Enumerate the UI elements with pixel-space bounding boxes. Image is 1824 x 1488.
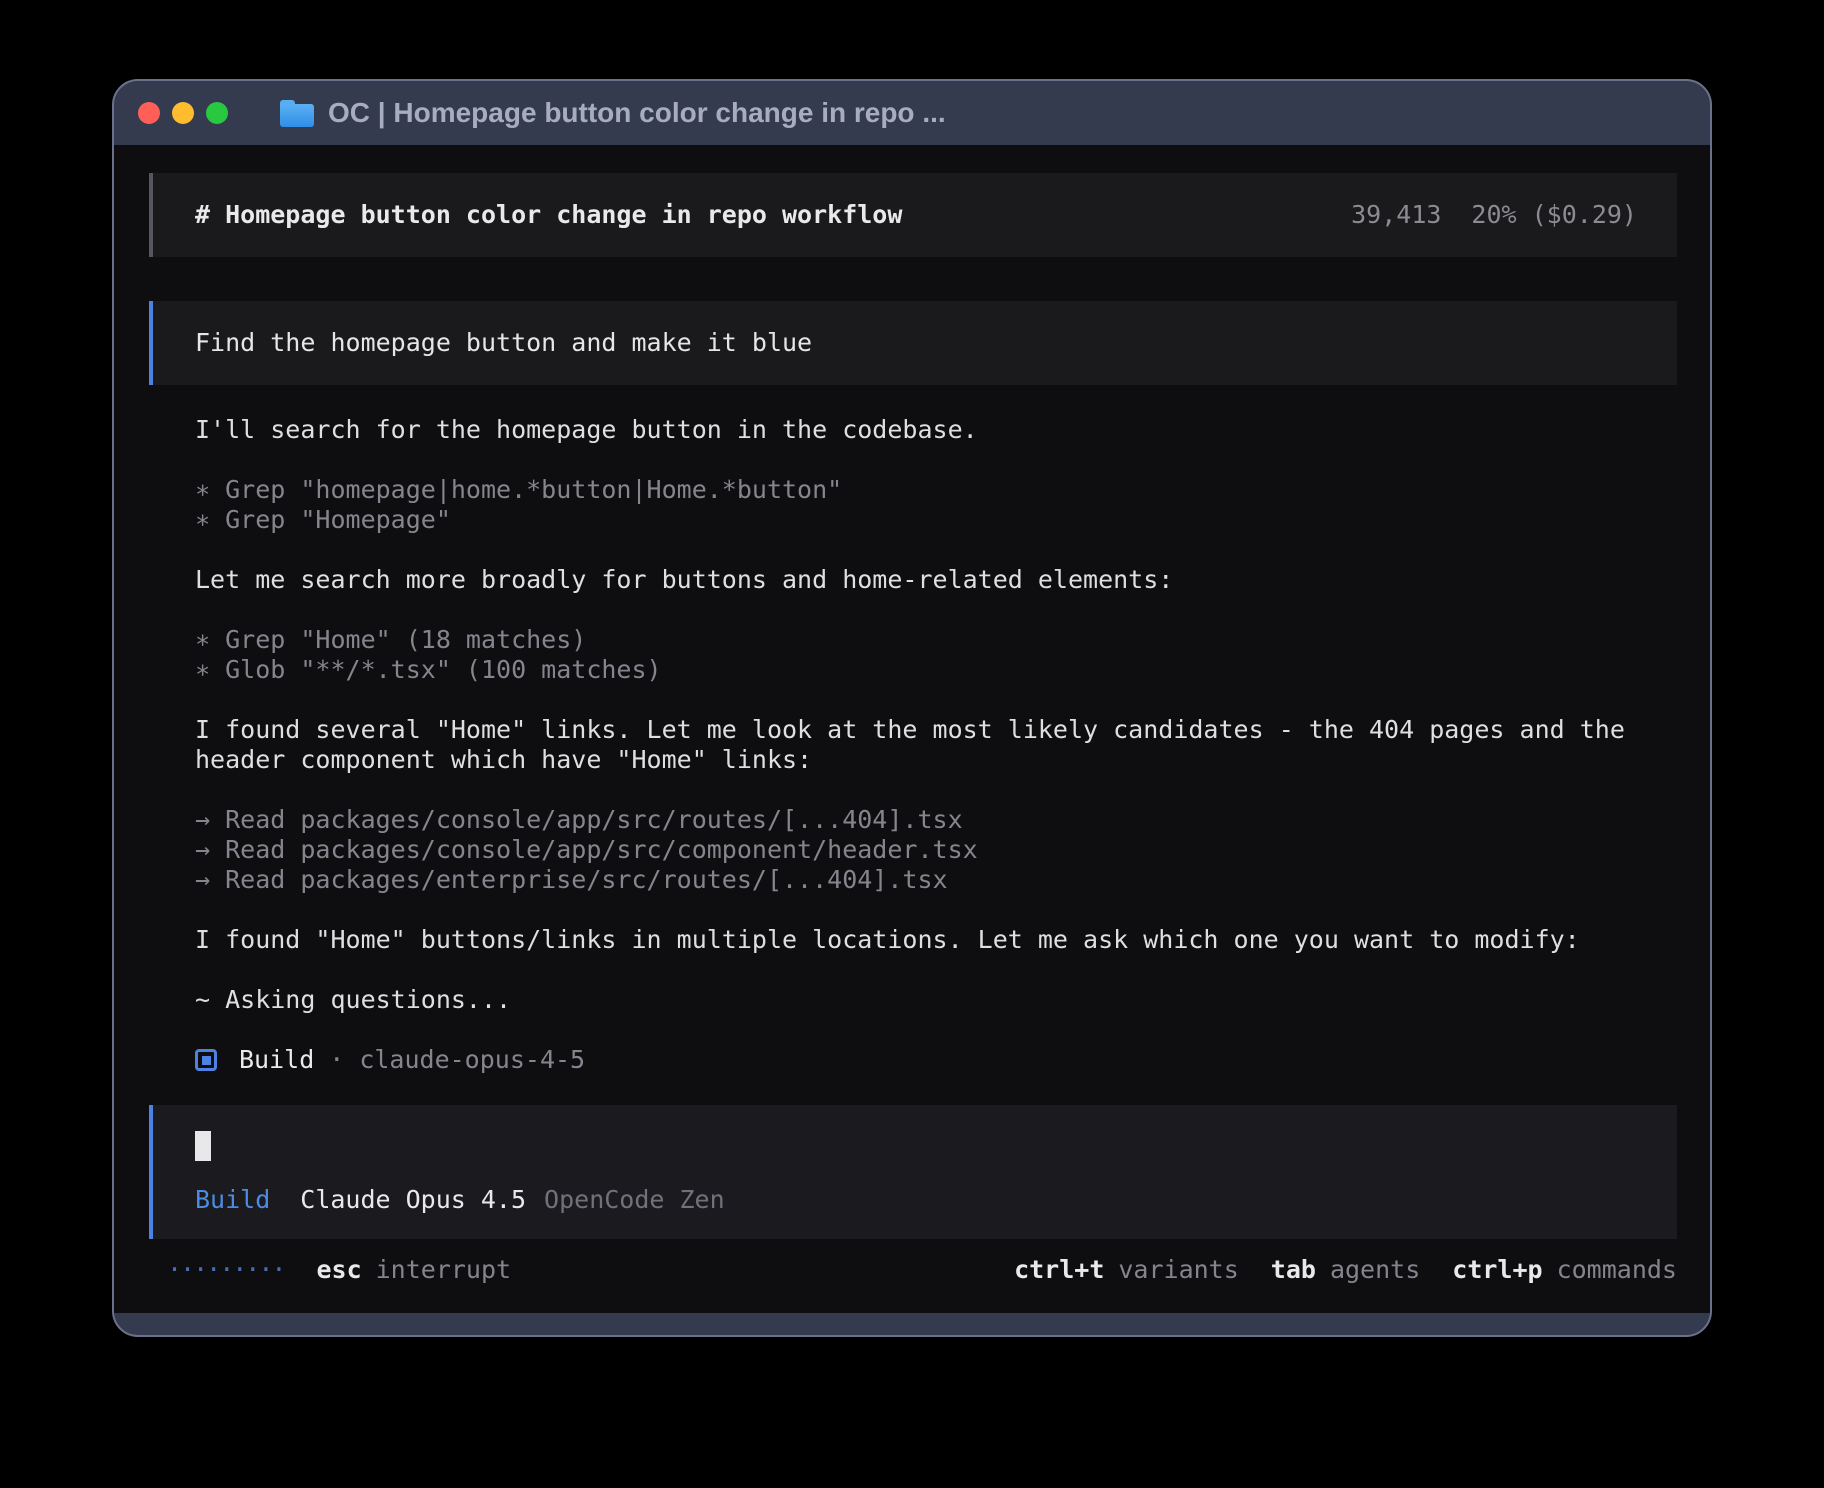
titlebar: OC | Homepage button color change in rep… <box>114 81 1710 145</box>
assistant-paragraph: I'll search for the homepage button in t… <box>195 415 1677 445</box>
tool-call-grep: ∗ Grep "Home" (18 matches) <box>195 625 1677 655</box>
tool-call-glob: ∗ Glob "**/*.tsx" (100 matches) <box>195 655 1677 685</box>
spinner-dots-icon: ········· <box>167 1255 284 1285</box>
tool-call-read: → Read packages/enterprise/src/routes/[.… <box>195 865 1677 895</box>
agent-model: claude-opus-4-5 <box>359 1045 585 1075</box>
tool-call-grep: ∗ Grep "homepage|home.*button|Home.*butt… <box>195 475 1677 505</box>
shortcut-key: tab <box>1271 1255 1316 1285</box>
agent-badge-line: Build · claude-opus-4-5 <box>195 1045 1677 1075</box>
shortcut-agents: tab agents <box>1271 1255 1420 1285</box>
prompt-input[interactable]: Build Claude Opus 4.5 OpenCode Zen <box>149 1105 1677 1239</box>
input-meta: Build Claude Opus 4.5 OpenCode Zen <box>195 1185 1637 1215</box>
folder-icon <box>280 100 314 127</box>
agent-name: Build <box>239 1045 314 1075</box>
tool-call-read: → Read packages/console/app/src/routes/[… <box>195 805 1677 835</box>
terminal-content: # Homepage button color change in repo w… <box>114 145 1710 1313</box>
shortcut-interrupt: esc interrupt <box>316 1255 511 1285</box>
tool-call-group: → Read packages/console/app/src/routes/[… <box>195 805 1677 895</box>
user-message: Find the homepage button and make it blu… <box>149 301 1677 385</box>
agent-square-icon <box>195 1049 217 1071</box>
text-cursor <box>195 1131 211 1161</box>
shortcut-key: ctrl+p <box>1452 1255 1542 1285</box>
shortcut-variants: ctrl+t variants <box>1014 1255 1239 1285</box>
input-agent-label: Build <box>195 1185 270 1215</box>
shortcut-label: commands <box>1557 1255 1677 1285</box>
traffic-lights <box>138 102 228 124</box>
conversation: I'll search for the homepage button in t… <box>149 385 1677 1075</box>
session-stats: 39,413 20% ($0.29) <box>1351 200 1637 230</box>
assistant-paragraph: Let me search more broadly for buttons a… <box>195 565 1677 595</box>
status-bar: ········· esc interrupt ctrl+t variants … <box>149 1255 1677 1285</box>
shortcut-list: ctrl+t variants tab agents ctrl+p comman… <box>1014 1255 1677 1285</box>
tool-call-read: → Read packages/console/app/src/componen… <box>195 835 1677 865</box>
shortcut-label: interrupt <box>376 1255 511 1285</box>
tool-call-grep: ∗ Grep "Homepage" <box>195 505 1677 535</box>
session-header: # Homepage button color change in repo w… <box>149 173 1677 257</box>
window-title: OC | Homepage button color change in rep… <box>328 97 946 129</box>
assistant-paragraph: I found several "Home" links. Let me loo… <box>195 715 1677 775</box>
shortcut-commands: ctrl+p commands <box>1452 1255 1677 1285</box>
working-status: ~ Asking questions... <box>195 985 1677 1015</box>
session-title: # Homepage button color change in repo w… <box>195 200 902 230</box>
assistant-paragraph: I found "Home" buttons/links in multiple… <box>195 925 1677 955</box>
tool-call-group: ∗ Grep "homepage|home.*button|Home.*butt… <box>195 475 1677 535</box>
token-count: 39,413 <box>1351 200 1441 230</box>
terminal-window: OC | Homepage button color change in rep… <box>112 79 1712 1337</box>
shortcut-key: ctrl+t <box>1014 1255 1104 1285</box>
shortcut-key: esc <box>316 1255 361 1285</box>
minimize-button[interactable] <box>172 102 194 124</box>
tool-call-group: ∗ Grep "Home" (18 matches) ∗ Glob "**/*.… <box>195 625 1677 685</box>
input-model-label: Claude Opus 4.5 <box>300 1185 526 1215</box>
shortcut-label: agents <box>1330 1255 1420 1285</box>
user-message-text: Find the homepage button and make it blu… <box>195 328 812 357</box>
shortcut-label: variants <box>1118 1255 1238 1285</box>
input-provider-label: OpenCode Zen <box>544 1185 725 1215</box>
zoom-button[interactable] <box>206 102 228 124</box>
close-button[interactable] <box>138 102 160 124</box>
context-cost: 20% ($0.29) <box>1471 200 1637 230</box>
agent-separator: · <box>329 1045 344 1075</box>
